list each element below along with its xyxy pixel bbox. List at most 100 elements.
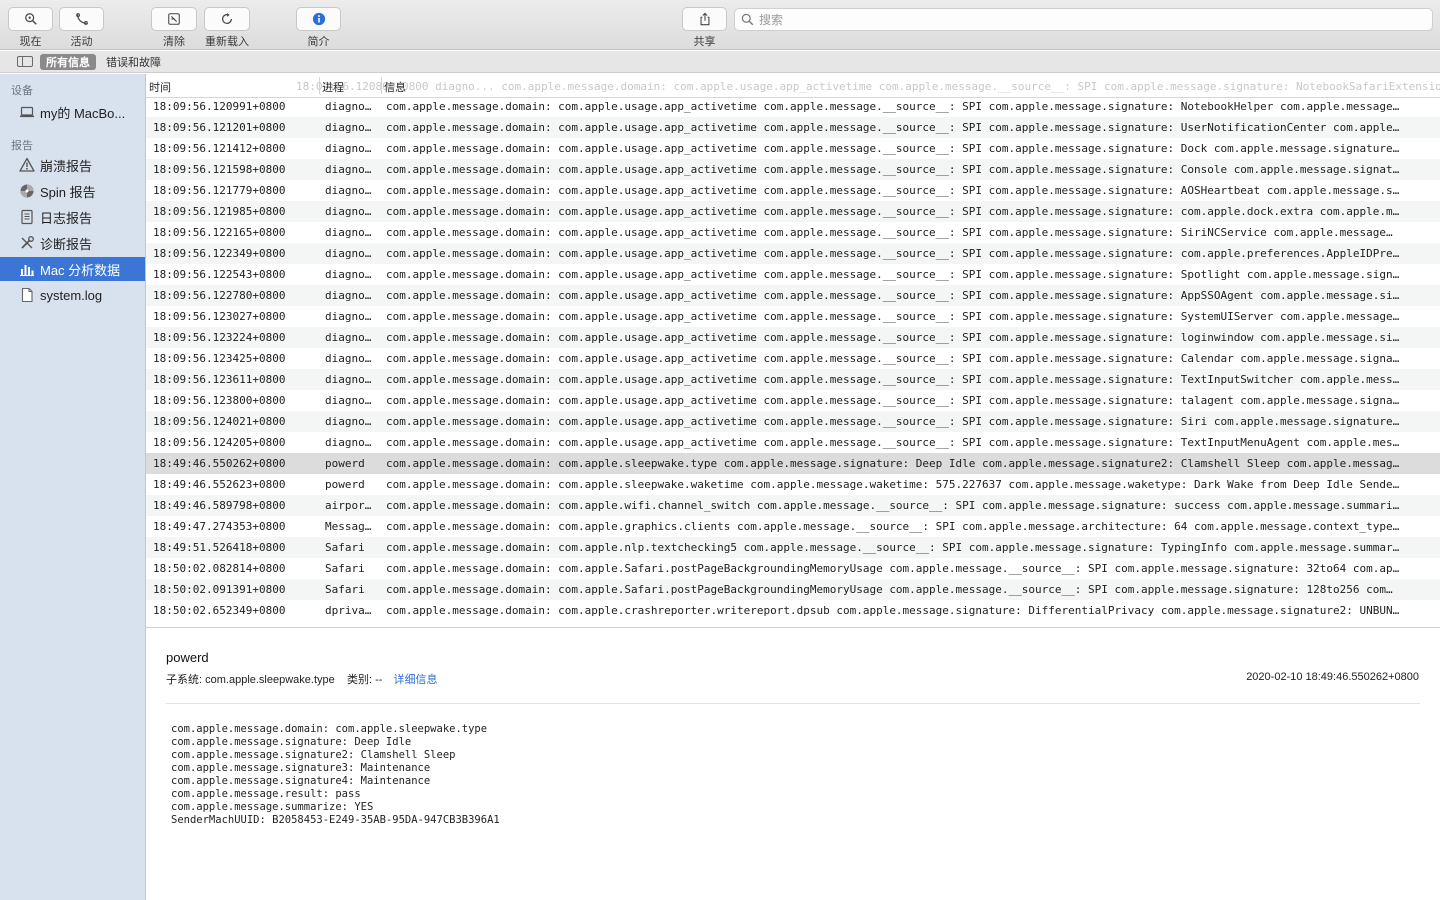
laptop-icon: [18, 103, 36, 121]
share-label: 共享: [693, 36, 716, 48]
detail-process-name: powerd: [166, 650, 209, 665]
cell-time: 18:50:02.082814+0800: [153, 562, 286, 575]
cell-process: diagno…: [325, 289, 372, 302]
table-row[interactable]: 18:50:02.091391+0800 Safari com.apple.mess…: [146, 579, 1440, 600]
table-row[interactable]: 18:50:02.082814+0800 Safari com.apple.mess…: [146, 558, 1440, 579]
cell-process: Safari: [325, 541, 365, 554]
column-separator: [319, 77, 320, 94]
clear-button[interactable]: [151, 7, 197, 31]
detail-line: com.apple.message.domain: com.apple.slee…: [171, 723, 488, 735]
cell-message: com.apple.message.domain: com.apple.usag…: [386, 373, 1400, 386]
sidebar-item-diagnostic-reports[interactable]: 诊断报告: [0, 231, 145, 255]
table-row[interactable]: 18:09:56.123800+0800 diagno… com.apple.mes…: [146, 390, 1440, 411]
reload-button[interactable]: [204, 7, 250, 31]
cell-process: diagno…: [325, 352, 372, 365]
cell-process: diagno…: [325, 394, 372, 407]
sidebar-item-label: Spin 报告: [40, 184, 96, 200]
cell-time: 18:09:56.121412+0800: [153, 142, 286, 155]
category-value: --: [375, 674, 383, 686]
cell-time: 18:49:46.550262+0800: [153, 457, 286, 470]
search-field[interactable]: [734, 8, 1433, 31]
column-header-process[interactable]: 进程: [322, 79, 344, 95]
detail-line: com.apple.message.signature2: Clamshell …: [171, 749, 456, 761]
log-table: 18:09:56.120800+0800 diagno... com.apple…: [146, 74, 1440, 626]
cell-message: com.apple.message.domain: com.apple.usag…: [386, 247, 1400, 260]
subsystem-label: 子系统:: [166, 674, 203, 686]
chart-icon: [18, 260, 36, 278]
devices-heading: 设备: [11, 85, 33, 97]
table-row[interactable]: 18:09:56.124021+0800 diagno… com.apple.mes…: [146, 411, 1440, 432]
column-header-time[interactable]: 时间: [149, 79, 171, 95]
table-row[interactable]: 18:09:56.122165+0800 diagno… com.apple.mes…: [146, 222, 1440, 243]
cell-time: 18:09:56.122165+0800: [153, 226, 286, 239]
cell-process: diagno…: [325, 163, 372, 176]
table-row[interactable]: 18:09:56.121985+0800 diagno… com.apple.mes…: [146, 201, 1440, 222]
cell-message: com.apple.message.domain: com.apple.usag…: [386, 436, 1400, 449]
info-button[interactable]: [296, 7, 341, 31]
sidebar-item-system-log[interactable]: system.log: [0, 283, 145, 307]
cell-process: diagno…: [325, 226, 372, 239]
table-row[interactable]: 18:09:56.123425+0800 diagno… com.apple.mes…: [146, 348, 1440, 369]
cell-message: com.apple.message.domain: com.apple.Safa…: [386, 562, 1400, 575]
sidebar-item-label: 日志报告: [40, 210, 93, 226]
table-row[interactable]: 18:09:56.124205+0800 diagno… com.apple.mes…: [146, 432, 1440, 453]
details-link[interactable]: 详细信息: [394, 674, 438, 686]
cell-message: com.apple.message.domain: com.apple.nlp.…: [386, 541, 1400, 554]
sidebar-item-spin-reports[interactable]: Spin 报告: [0, 179, 145, 203]
cell-process: diagno…: [325, 247, 372, 260]
column-separator: [381, 77, 382, 94]
table-row[interactable]: 18:49:46.552623+0800 powerd com.apple.mess…: [146, 474, 1440, 495]
table-row[interactable]: 18:09:56.123611+0800 diagno… com.apple.mes…: [146, 369, 1440, 390]
now-button[interactable]: [8, 7, 53, 31]
filter-errors-faults[interactable]: 错误和故障: [100, 54, 167, 70]
cell-time: 18:49:51.526418+0800: [153, 541, 286, 554]
table-row[interactable]: 18:09:56.122780+0800 diagno… com.apple.mes…: [146, 285, 1440, 306]
sidebar-item-label: 诊断报告: [40, 236, 93, 252]
detail-line: com.apple.message.signature: Deep Idle: [171, 736, 412, 748]
sidebar-device-macbook[interactable]: my的 MacBo...: [0, 100, 145, 124]
cell-message: com.apple.message.domain: com.apple.usag…: [386, 352, 1400, 365]
table-row[interactable]: 18:09:56.121412+0800 diagno… com.apple.mes…: [146, 138, 1440, 159]
sidebar-toggle-icon[interactable]: [17, 56, 33, 67]
cell-time: 18:50:02.652349+0800: [153, 604, 286, 617]
cell-time: 18:09:56.123027+0800: [153, 310, 286, 323]
cell-time: 18:09:56.124205+0800: [153, 436, 286, 449]
table-row[interactable]: 18:09:56.123027+0800 diagno… com.apple.mes…: [146, 306, 1440, 327]
table-row[interactable]: 18:09:56.123224+0800 diagno… com.apple.mes…: [146, 327, 1440, 348]
cell-message: com.apple.message.domain: com.apple.usag…: [386, 163, 1400, 176]
table-row[interactable]: 18:50:02.652349+0800 dpriva… com.apple.mes…: [146, 600, 1440, 621]
activity-button[interactable]: [59, 7, 104, 31]
table-row[interactable]: 18:09:56.120991+0800 diagno… com.apple.mes…: [146, 96, 1440, 117]
detail-line: com.apple.message.summarize: YES: [171, 801, 374, 813]
table-row[interactable]: 18:49:46.550262+0800 powerd com.apple.mess…: [146, 453, 1440, 474]
search-input[interactable]: [759, 12, 1419, 27]
filter-all-messages[interactable]: 所有信息: [40, 53, 96, 70]
table-row[interactable]: 18:09:56.122349+0800 diagno… com.apple.mes…: [146, 243, 1440, 264]
table-row[interactable]: 18:49:46.589798+0800 airpor… com.apple.mes…: [146, 495, 1440, 516]
cell-time: 18:09:56.124021+0800: [153, 415, 286, 428]
device-name: my的 MacBo...: [40, 105, 126, 121]
table-row[interactable]: 18:49:51.526418+0800 Safari com.apple.mess…: [146, 537, 1440, 558]
cell-process: diagno…: [325, 100, 372, 113]
cell-process: diagno…: [325, 268, 372, 281]
cell-time: 18:09:56.121779+0800: [153, 184, 286, 197]
spin-icon: [18, 182, 36, 200]
reload-icon: [222, 13, 232, 24]
sidebar-item-label: system.log: [40, 287, 103, 303]
table-row[interactable]: 18:09:56.122543+0800 diagno… com.apple.mes…: [146, 264, 1440, 285]
sidebar-item-crash-reports[interactable]: 崩溃报告: [0, 153, 145, 177]
table-row[interactable]: 18:09:56.121779+0800 diagno… com.apple.mes…: [146, 180, 1440, 201]
table-row[interactable]: 18:09:56.121598+0800 diagno… com.apple.mes…: [146, 159, 1440, 180]
table-row[interactable]: 18:49:47.274353+0800 Messag… com.apple.mes…: [146, 516, 1440, 537]
sidebar-item-mac-analytics[interactable]: Mac 分析数据: [0, 257, 145, 281]
cell-message: com.apple.message.domain: com.apple.wifi…: [386, 499, 1400, 512]
cell-process: diagno…: [325, 184, 372, 197]
cell-message: com.apple.message.domain: com.apple.usag…: [386, 268, 1400, 281]
column-header-message[interactable]: 信息: [384, 79, 406, 95]
sidebar-item-log-reports[interactable]: 日志报告: [0, 205, 145, 229]
cell-time: 18:49:46.552623+0800: [153, 478, 286, 491]
cell-message: com.apple.message.domain: com.apple.usag…: [386, 184, 1400, 197]
cell-message: com.apple.message.domain: com.apple.usag…: [386, 205, 1400, 218]
share-button[interactable]: [682, 7, 727, 31]
table-row[interactable]: 18:09:56.121201+0800 diagno… com.apple.mes…: [146, 117, 1440, 138]
